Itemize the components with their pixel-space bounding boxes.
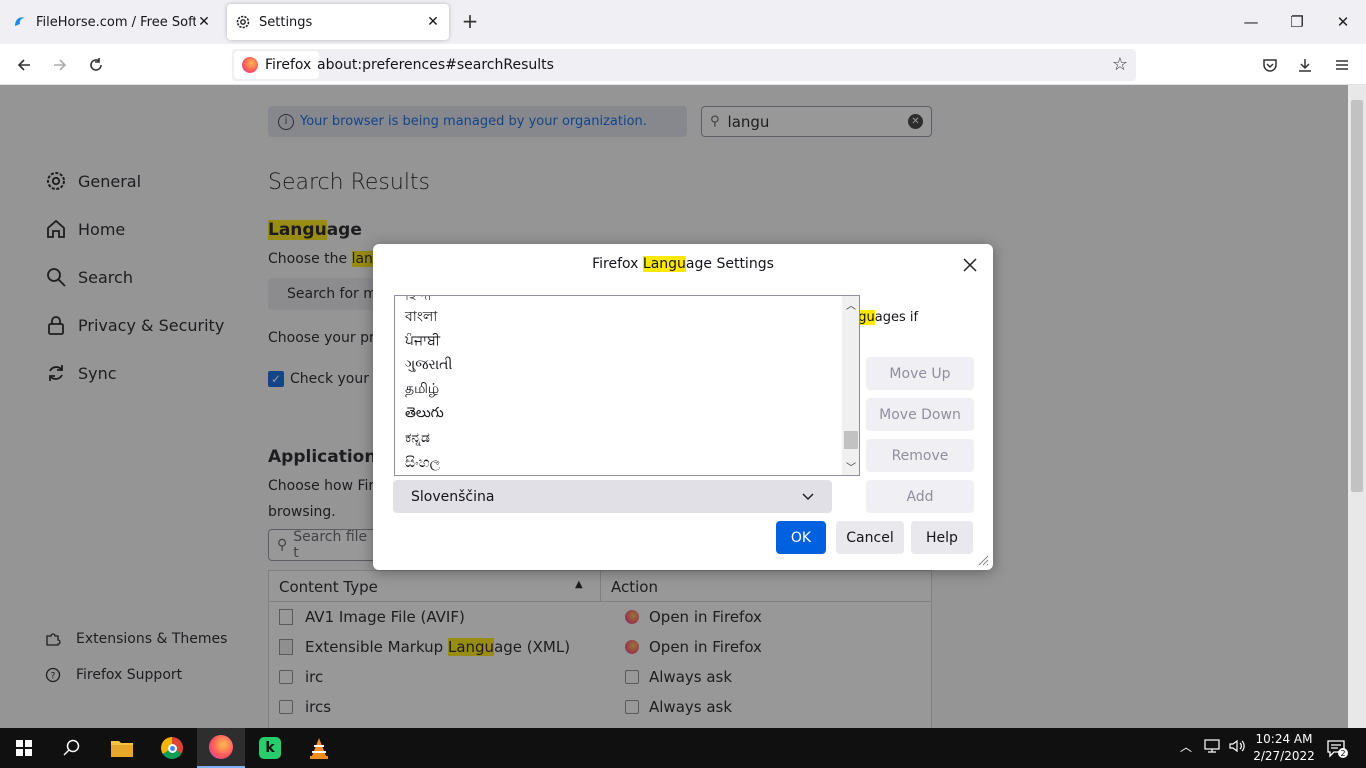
firefox-icon bbox=[242, 57, 258, 73]
taskbar-clock[interactable]: 10:24 AM 2/27/2022 bbox=[1250, 731, 1318, 765]
url-text[interactable]: about:preferences#searchResults bbox=[317, 57, 554, 73]
filehorse-icon bbox=[12, 14, 28, 30]
list-item[interactable]: తెలుగు bbox=[405, 402, 444, 426]
list-item[interactable]: বাংলা bbox=[405, 305, 437, 329]
move-up-button[interactable]: Move Up bbox=[866, 357, 974, 390]
close-icon[interactable] bbox=[959, 254, 981, 276]
language-listbox[interactable]: হিন্দী বাংলা ਪੰਜਾਬੀ ગુજરાતી தமிழ் తెలుగు… bbox=[394, 295, 860, 476]
chevron-down-icon[interactable]: ﹀ bbox=[844, 459, 858, 474]
gear-icon bbox=[235, 14, 251, 30]
page-scrollbar-thumb[interactable] bbox=[1351, 100, 1363, 492]
arrow-left-icon bbox=[17, 59, 30, 71]
search-highlight: Langu bbox=[642, 256, 686, 272]
chrome-icon[interactable] bbox=[148, 728, 196, 768]
listbox-scrollbar-thumb[interactable] bbox=[844, 431, 858, 449]
back-button[interactable] bbox=[10, 52, 38, 78]
tab-title: FileHorse.com / Free Software Downl bbox=[36, 14, 196, 30]
add-button[interactable]: Add bbox=[866, 480, 974, 513]
list-item[interactable]: සිංහල bbox=[405, 451, 440, 475]
list-item[interactable]: ગુજરાતી bbox=[405, 353, 452, 377]
tab-settings[interactable]: Settings ✕ bbox=[227, 4, 449, 40]
list-item[interactable]: ਪੰਜਾਬੀ bbox=[405, 329, 440, 353]
reload-icon bbox=[90, 58, 102, 71]
chevron-up-icon[interactable]: ︿ bbox=[844, 297, 858, 312]
tab-title: Settings bbox=[259, 14, 313, 30]
chevron-down-icon bbox=[802, 492, 814, 500]
available-languages-select[interactable]: Slovenščina bbox=[393, 480, 832, 513]
cancel-button[interactable]: Cancel bbox=[836, 521, 904, 554]
move-down-button[interactable]: Move Down bbox=[866, 398, 974, 431]
bookmark-star-icon[interactable]: ☆ bbox=[1108, 52, 1132, 76]
downloads-icon[interactable] bbox=[1291, 52, 1319, 78]
close-tab-icon[interactable]: ✕ bbox=[196, 14, 212, 30]
taskbar-search-icon[interactable] bbox=[48, 728, 96, 768]
arrow-right-icon bbox=[54, 59, 67, 71]
reload-button[interactable] bbox=[82, 52, 110, 78]
list-item[interactable]: தமிழ் bbox=[405, 378, 439, 402]
restore-button[interactable]: ❐ bbox=[1274, 8, 1320, 36]
close-window-button[interactable]: ✕ bbox=[1320, 8, 1366, 36]
close-tab-icon[interactable]: ✕ bbox=[425, 14, 441, 30]
vlc-icon[interactable] bbox=[295, 728, 343, 768]
selected-language: Slovenščina bbox=[411, 488, 495, 505]
dialog-description-fragment: nguages if bbox=[850, 310, 919, 325]
resize-grip-icon[interactable] bbox=[977, 554, 989, 566]
dialog-title: Firefox Language Settings bbox=[592, 256, 774, 272]
language-settings-dialog: Firefox Language Settings nguages if হিন… bbox=[373, 244, 993, 570]
identity-box[interactable]: Firefox bbox=[234, 51, 320, 79]
minimize-button[interactable]: — bbox=[1228, 8, 1274, 36]
ok-button[interactable]: OK bbox=[776, 521, 826, 554]
pocket-icon[interactable] bbox=[1256, 52, 1284, 78]
file-explorer-icon[interactable] bbox=[98, 728, 146, 768]
help-button[interactable]: Help bbox=[911, 521, 973, 554]
remove-button[interactable]: Remove bbox=[866, 439, 974, 472]
clipped-list-item: হিন্দী bbox=[405, 296, 445, 300]
tab-filehorse[interactable]: FileHorse.com / Free Software Downl ✕ bbox=[4, 4, 220, 40]
clock-time: 10:24 AM bbox=[1255, 732, 1313, 746]
network-icon[interactable] bbox=[1203, 738, 1221, 754]
new-tab-button[interactable]: + bbox=[458, 10, 482, 34]
windows-start-icon[interactable] bbox=[0, 728, 48, 768]
menu-icon[interactable] bbox=[1328, 52, 1356, 78]
kaspersky-icon[interactable]: k bbox=[246, 728, 294, 768]
firefox-taskbar-icon[interactable] bbox=[197, 728, 245, 768]
notifications-icon[interactable]: 2 bbox=[1326, 738, 1348, 758]
clock-date: 2/27/2022 bbox=[1253, 749, 1315, 763]
volume-icon[interactable] bbox=[1228, 738, 1246, 754]
chevron-up-icon[interactable]: ︿ bbox=[1180, 738, 1192, 755]
forward-button[interactable] bbox=[46, 52, 74, 78]
identity-label: Firefox bbox=[265, 57, 312, 73]
list-item[interactable]: ಕನ್ನಡ bbox=[405, 426, 430, 450]
